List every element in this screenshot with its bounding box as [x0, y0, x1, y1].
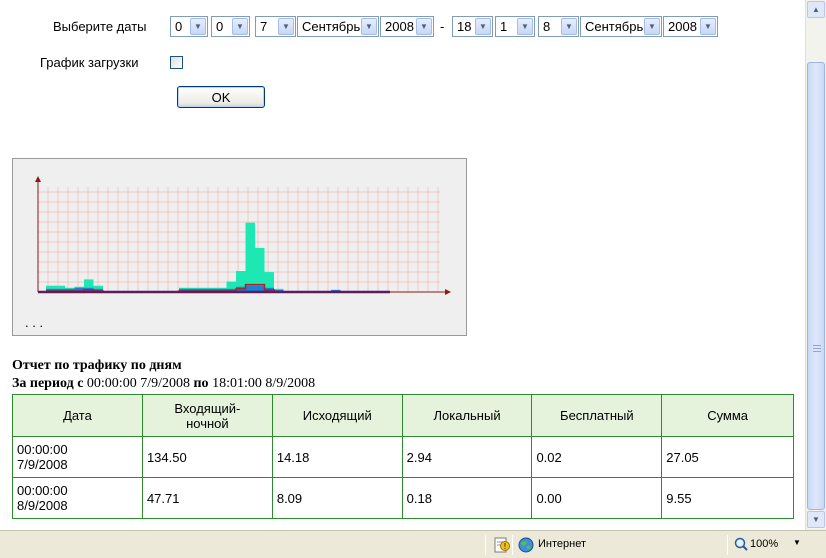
column-header-date: Дата — [12, 394, 143, 437]
cell-sum: 27.05 — [661, 436, 794, 478]
scroll-down-arrow-icon[interactable]: ▼ — [807, 511, 825, 528]
vertical-scrollbar[interactable]: ▲ ▼ — [805, 0, 826, 530]
from-month-value: Сентябрь — [302, 19, 361, 34]
ok-button-label: OK — [211, 89, 231, 105]
zone-label: Интернет — [538, 538, 586, 550]
svg-text:!: ! — [504, 542, 506, 551]
cell-date: 00:00:00 7/9/2008 — [12, 436, 143, 478]
cell-incoming-night: 134.50 — [141, 436, 273, 478]
column-header-local: Локальный — [401, 394, 533, 437]
to-year-value: 2008 — [668, 19, 697, 34]
y-axis-arrow-icon — [35, 176, 41, 182]
x-axis-arrow-icon — [445, 289, 451, 295]
period-to: 18:01:00 8/9/2008 — [212, 376, 316, 391]
traffic-report-table: Дата Входящий-ночной Исходящий Локальный… — [12, 394, 794, 519]
scrollbar-thumb[interactable] — [807, 62, 825, 510]
grip-icon — [813, 345, 821, 352]
period-from: 00:00:00 7/9/2008 — [86, 376, 190, 391]
cell-outgoing: 14.18 — [271, 436, 403, 478]
column-header-incoming-night: Входящий-ночной — [141, 394, 273, 437]
chevron-down-icon: ▼ — [700, 18, 716, 35]
column-header-free: Бесплатный — [531, 394, 663, 437]
column-header-sum: Сумма — [661, 394, 794, 437]
load-chart-checkbox[interactable] — [170, 56, 183, 69]
chevron-down-icon: ▼ — [416, 18, 432, 35]
table-header-row: Дата Входящий-ночной Исходящий Локальный… — [12, 394, 794, 437]
from-minute-select[interactable]: 0 ▼ — [211, 16, 250, 37]
from-day-select[interactable]: 7 ▼ — [255, 16, 296, 37]
ok-button[interactable]: OK — [177, 86, 265, 108]
status-separator — [727, 535, 728, 555]
cell-free: 0.02 — [531, 436, 663, 478]
cell-incoming-night: 47.71 — [141, 477, 273, 519]
from-hour-select[interactable]: 0 ▼ — [170, 16, 208, 37]
from-day-value: 7 — [260, 19, 268, 34]
from-year-value: 2008 — [385, 19, 414, 34]
chevron-down-icon: ▼ — [278, 18, 294, 35]
from-month-select[interactable]: Сентябрь ▼ — [297, 16, 379, 37]
table-row: 00:00:00 8/9/2008 47.71 8.09 0.18 0.00 9… — [12, 477, 794, 519]
period-mid: по — [193, 376, 209, 391]
chevron-down-icon: ▼ — [644, 18, 660, 35]
to-minute-select[interactable]: 1 ▼ — [495, 16, 535, 37]
traffic-chart-svg: . . . — [25, 176, 451, 330]
dates-label: Выберите даты — [53, 19, 147, 34]
to-year-select[interactable]: 2008 ▼ — [663, 16, 718, 37]
chevron-down-icon: ▼ — [190, 18, 206, 35]
period-prefix: За период с — [12, 376, 84, 391]
to-minute-value: 1 — [500, 19, 508, 34]
chevron-down-icon: ▼ — [361, 18, 377, 35]
cell-outgoing: 8.09 — [271, 477, 403, 519]
table-row: 00:00:00 7/9/2008 134.50 14.18 2.94 0.02… — [12, 436, 794, 478]
cell-date: 00:00:00 8/9/2008 — [12, 477, 143, 519]
status-separator — [512, 535, 513, 555]
cell-local: 0.18 — [401, 477, 533, 519]
chart-bars — [38, 222, 390, 294]
security-warning-icon[interactable]: ! — [500, 541, 510, 551]
globe-icon — [518, 537, 534, 553]
chevron-down-icon: ▼ — [475, 18, 491, 35]
zoom-icon[interactable] — [734, 537, 748, 551]
to-month-value: Сентябрь — [585, 19, 644, 34]
chevron-down-icon: ▼ — [561, 18, 577, 35]
chevron-down-icon: ▼ — [517, 18, 533, 35]
from-year-select[interactable]: 2008 ▼ — [380, 16, 434, 37]
chart-more-dots: . . . — [25, 315, 43, 330]
report-title: Отчет по трафику по дням — [12, 358, 182, 373]
to-hour-select[interactable]: 18 ▼ — [452, 16, 493, 37]
traffic-chart: . . . — [12, 158, 467, 336]
status-separator — [485, 535, 486, 555]
date-range-dash: - — [440, 19, 445, 34]
to-month-select[interactable]: Сентябрь ▼ — [580, 16, 662, 37]
from-minute-value: 0 — [216, 19, 224, 34]
status-bar: ! Интернет 100% ▼ — [0, 530, 826, 558]
from-hour-value: 0 — [175, 19, 183, 34]
cell-sum: 9.55 — [661, 477, 794, 519]
chevron-down-icon: ▼ — [232, 18, 248, 35]
zoom-level[interactable]: 100% — [750, 538, 778, 550]
cell-free: 0.00 — [531, 477, 663, 519]
scroll-up-arrow-icon[interactable]: ▲ — [807, 1, 825, 18]
to-day-value: 8 — [543, 19, 551, 34]
to-hour-value: 18 — [457, 19, 472, 34]
to-day-select[interactable]: 8 ▼ — [538, 16, 579, 37]
cell-local: 2.94 — [401, 436, 533, 478]
zoom-dropdown-icon[interactable]: ▼ — [793, 538, 801, 547]
report-period: За период с 00:00:00 7/9/2008 по 18:01:0… — [12, 376, 315, 392]
column-header-outgoing: Исходящий — [271, 394, 403, 437]
page-content: Выберите даты 0 ▼ 0 ▼ 7 ▼ Сентябрь ▼ 200… — [0, 0, 805, 530]
load-chart-label: График загрузки — [40, 55, 139, 70]
incoming-bar — [245, 222, 255, 292]
